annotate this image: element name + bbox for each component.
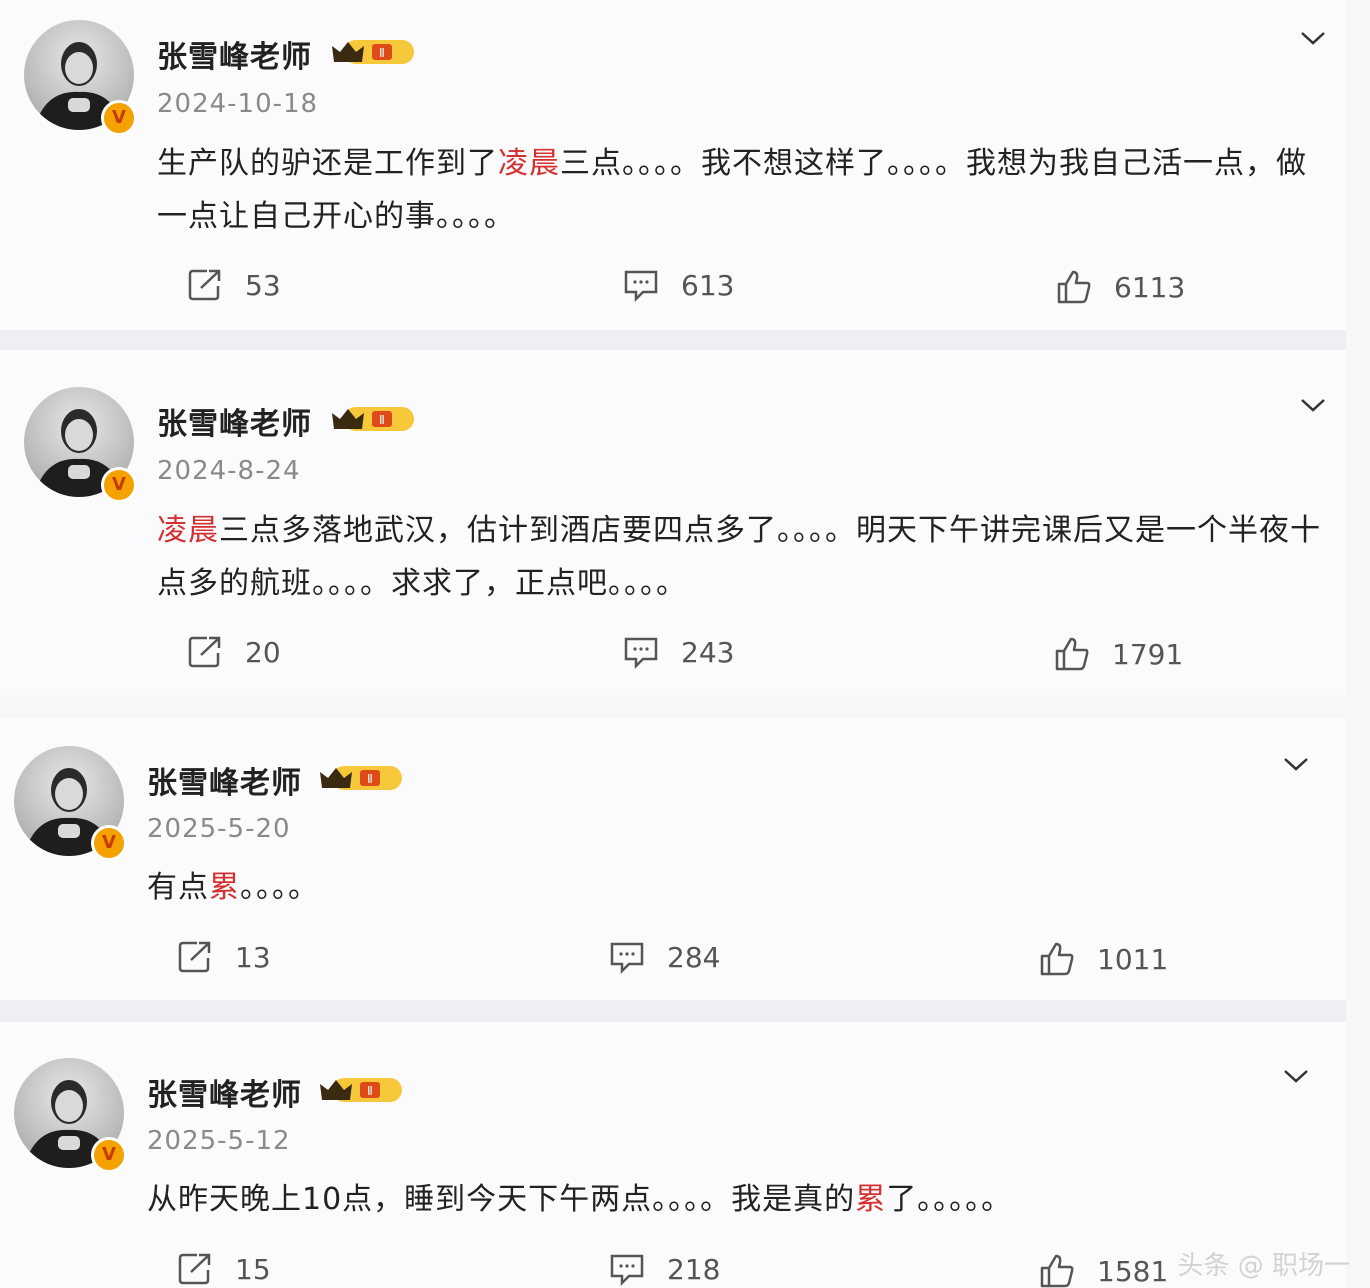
verified-badge-icon: V: [101, 100, 137, 136]
repost-icon: [178, 1253, 211, 1285]
like-button[interactable]: 6113: [1056, 270, 1185, 304]
comment-icon: [610, 1254, 644, 1286]
comment-button[interactable]: 284: [609, 940, 720, 974]
verified-badge-icon: V: [91, 1137, 127, 1173]
repost-button[interactable]: 20: [187, 635, 281, 669]
like-button[interactable]: 1581: [1039, 1254, 1168, 1288]
author-name[interactable]: 张雪峰老师: [147, 1070, 302, 1114]
post-content: 凌晨三点多落地武汉，估计到酒店要四点多了。。。。明天下午讲完课后又是一个半夜十点…: [157, 513, 1321, 601]
vip-crown-icon: Ⅱ: [320, 766, 402, 790]
like-button[interactable]: 1011: [1039, 942, 1168, 976]
comment-icon: [624, 637, 658, 669]
chevron-down-icon[interactable]: [1283, 756, 1309, 772]
post-date: 2024-10-18: [157, 89, 319, 119]
weibo-post: V 张雪峰老师 Ⅱ 2024-8-24 凌晨三点多落地武汉，估计到酒店要四点多了…: [0, 350, 1346, 695]
verified-badge-icon: V: [91, 825, 127, 861]
post-divider: [0, 330, 1346, 350]
author-name[interactable]: 张雪峰老师: [147, 758, 302, 802]
like-button[interactable]: 1791: [1054, 637, 1183, 671]
like-icon: [1040, 942, 1074, 976]
author-name[interactable]: 张雪峰老师: [157, 399, 312, 443]
comment-button[interactable]: 613: [623, 268, 734, 302]
like-icon: [1040, 1254, 1074, 1288]
weibo-post: V 张雪峰老师 Ⅱ 2024-10-18 生产队的驴还是工作到了凌晨三点。。。。…: [0, 0, 1346, 330]
svg-text:Ⅱ: Ⅱ: [367, 1084, 373, 1098]
svg-text:Ⅱ: Ⅱ: [379, 413, 385, 427]
svg-text:Ⅱ: Ⅱ: [367, 772, 373, 786]
vip-crown-icon: Ⅱ: [332, 40, 414, 64]
svg-text:Ⅱ: Ⅱ: [379, 46, 385, 60]
chevron-down-icon[interactable]: [1300, 397, 1326, 413]
author-name[interactable]: 张雪峰老师: [157, 32, 312, 76]
post-content: 从昨天晚上10点，睡到今天下午两点。。。。我是真的累了。。。。。: [147, 1182, 1013, 1217]
repost-icon: [178, 941, 211, 973]
post-date: 2024-8-24: [157, 456, 301, 486]
repost-button[interactable]: 15: [177, 1252, 271, 1286]
post-date: 2025-5-12: [147, 1126, 291, 1156]
vip-crown-icon: Ⅱ: [320, 1078, 402, 1102]
like-icon: [1055, 637, 1089, 671]
watermark: 头条 @ 职场一: [1177, 1251, 1350, 1281]
post-date: 2025-5-20: [147, 814, 291, 844]
comment-button[interactable]: 243: [623, 635, 734, 669]
weibo-post: V 张雪峰老师 Ⅱ 2025-5-20 有点累。。。。 13 284 1011: [0, 718, 1346, 1000]
repost-button[interactable]: 13: [177, 940, 271, 974]
verified-badge-icon: V: [101, 467, 137, 503]
post-content: 有点累。。。。: [147, 870, 319, 905]
comment-icon: [624, 270, 658, 302]
post-content: 生产队的驴还是工作到了凌晨三点。。。。我不想这样了。。。。我想为我自己活一点，做…: [157, 146, 1307, 234]
like-icon: [1057, 270, 1091, 304]
comment-icon: [610, 942, 644, 974]
repost-icon: [188, 269, 221, 301]
vip-crown-icon: Ⅱ: [332, 407, 414, 431]
comment-button[interactable]: 218: [609, 1252, 720, 1286]
chevron-down-icon[interactable]: [1283, 1068, 1309, 1084]
repost-button[interactable]: 53: [187, 268, 281, 302]
chevron-down-icon[interactable]: [1300, 30, 1326, 46]
repost-icon: [188, 636, 221, 668]
post-divider: [0, 1000, 1346, 1022]
weibo-post: V 张雪峰老师 Ⅱ 2025-5-12 从昨天晚上10点，睡到今天下午两点。。。…: [0, 1022, 1346, 1288]
